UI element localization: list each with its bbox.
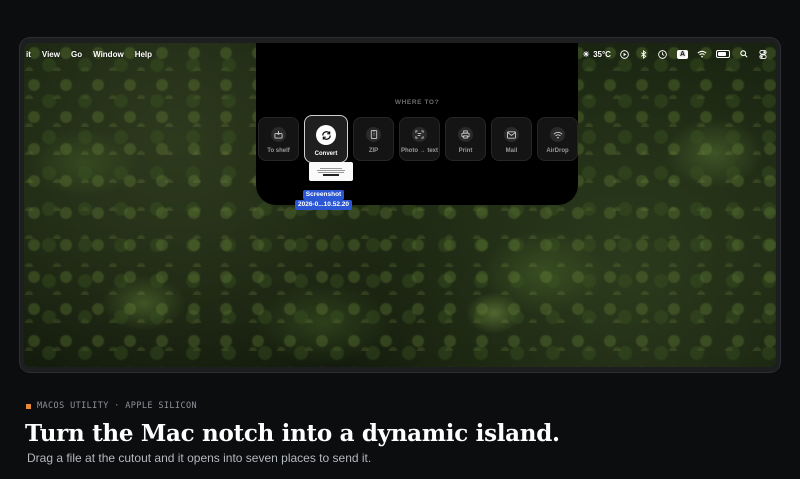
destination-photo-to-text[interactable]: Photo → text xyxy=(399,117,440,161)
destination-print[interactable]: Print xyxy=(445,117,486,161)
desktop-screen: it View Go Window Help ☀ 35°C A WHERE TO… xyxy=(24,43,776,367)
destination-convert[interactable]: Convert xyxy=(304,115,348,163)
dragged-file-date: 2026-0...10.52.20 xyxy=(295,200,352,210)
search-icon[interactable] xyxy=(739,49,749,59)
menu-edit[interactable]: it xyxy=(26,50,31,59)
zip-icon xyxy=(366,127,381,142)
bluetooth-icon[interactable] xyxy=(639,49,649,59)
destination-zip[interactable]: ZIP xyxy=(353,117,394,161)
menu-window[interactable]: Window xyxy=(93,50,124,59)
menu-view[interactable]: View xyxy=(42,50,60,59)
dragged-file-name: Screenshot xyxy=(302,190,345,200)
page-headline: Turn the Mac notch into a dynamic island… xyxy=(25,420,560,447)
airdrop-icon xyxy=(550,127,565,142)
destination-label: Print xyxy=(458,148,473,154)
dynamic-island-panel: WHERE TO? To shelf Convert ZIP Photo → t… xyxy=(256,43,578,205)
tagline: MACOS UTILITY · APPLE SILICON xyxy=(26,401,197,411)
menu-help[interactable]: Help xyxy=(135,50,152,59)
play-icon[interactable] xyxy=(620,49,630,59)
destination-row: To shelf Convert ZIP Photo → text Print … xyxy=(258,115,578,163)
destination-to-shelf[interactable]: To shelf xyxy=(258,117,299,161)
wifi-icon[interactable] xyxy=(697,49,707,59)
keyboard-input-badge[interactable]: A xyxy=(676,49,688,59)
destination-label: Mail xyxy=(505,148,518,154)
where-to-heading: WHERE TO? xyxy=(394,99,440,106)
mail-icon xyxy=(504,127,519,142)
clock-icon[interactable] xyxy=(658,49,668,59)
print-icon xyxy=(458,127,473,142)
dragged-file-thumbnail[interactable] xyxy=(309,162,353,181)
page-subline: Drag a file at the cutout and it opens i… xyxy=(27,451,372,465)
sun-icon: ☀ xyxy=(582,49,590,59)
destination-label: Photo → text xyxy=(401,148,438,154)
weather-widget[interactable]: ☀ 35°C xyxy=(581,49,611,59)
control-center-icon[interactable] xyxy=(758,49,768,59)
destination-label: ZIP xyxy=(368,148,379,154)
accent-square xyxy=(26,403,31,409)
battery-icon[interactable] xyxy=(716,50,730,58)
scan-text-icon xyxy=(412,127,427,142)
convert-icon xyxy=(316,125,336,145)
shelf-icon xyxy=(271,127,286,142)
destination-label: AirDrop xyxy=(546,148,569,154)
menu-bar: it View Go Window Help ☀ 35°C A xyxy=(24,43,776,65)
menu-go[interactable]: Go xyxy=(71,50,82,59)
tagline-text: MACOS UTILITY · APPLE SILICON xyxy=(37,401,198,411)
dragged-file-caption: Screenshot 2026-0...10.52.20 xyxy=(290,190,357,210)
destination-airdrop[interactable]: AirDrop xyxy=(537,117,578,161)
destination-mail[interactable]: Mail xyxy=(491,117,532,161)
weather-temp: 35°C xyxy=(593,49,611,59)
destination-label: To shelf xyxy=(267,148,290,154)
destination-label: Convert xyxy=(314,151,338,157)
